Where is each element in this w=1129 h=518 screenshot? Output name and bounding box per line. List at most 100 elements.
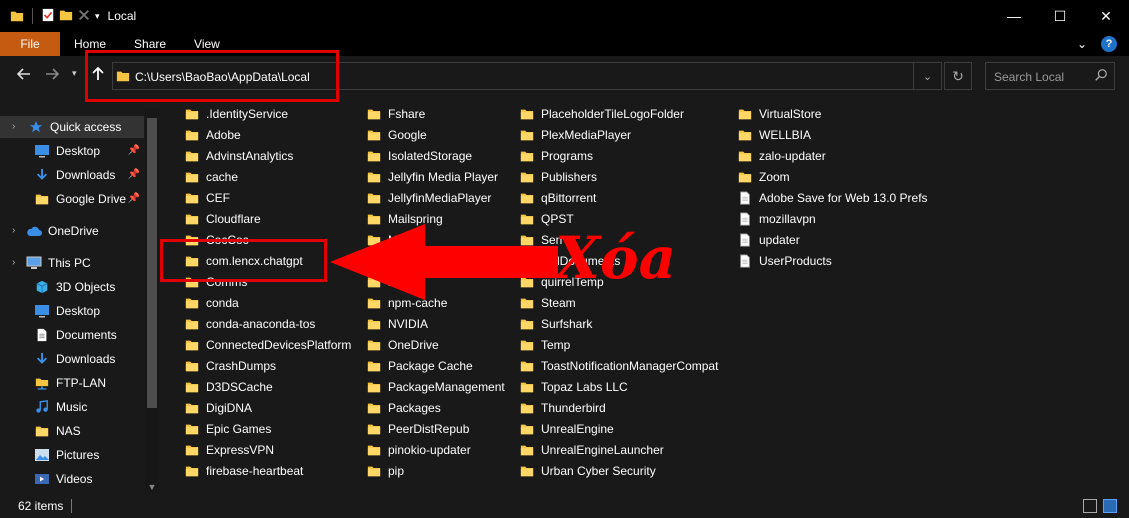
list-item[interactable]: Packages (366, 397, 505, 418)
nav-item-ftp-lan[interactable]: FTP-LAN (0, 372, 144, 394)
delete-icon[interactable] (77, 8, 91, 25)
nav-item-music[interactable]: Music (0, 396, 144, 418)
search-input[interactable]: Search Local (994, 70, 1064, 84)
list-item[interactable]: Adobe Save for Web 13.0 Prefs (737, 187, 928, 208)
list-item[interactable]: Surfshark (519, 313, 718, 334)
nav-item-pictures[interactable]: Pictures (0, 444, 144, 466)
list-item[interactable]: CrashDumps (184, 355, 351, 376)
new-folder-icon[interactable] (59, 8, 73, 25)
recent-locations-icon[interactable]: ▾ (72, 68, 77, 79)
properties-icon[interactable] (41, 8, 55, 25)
close-button[interactable]: ✕ (1083, 0, 1129, 32)
list-item[interactable]: Fshare (366, 103, 505, 124)
nav-item-downloads[interactable]: Downloads (0, 348, 144, 370)
address-history-chevron-icon[interactable]: ⌄ (913, 63, 941, 89)
list-item[interactable]: UserProducts (737, 250, 928, 271)
file-name: D3DSCache (206, 379, 273, 394)
list-item[interactable]: cache (184, 166, 351, 187)
nav-item-google-drive[interactable]: Google Drive 📌 (0, 188, 144, 210)
nav-item-desktop[interactable]: Desktop 📌 (0, 140, 144, 162)
list-item[interactable]: PeerDistRepub (366, 418, 505, 439)
list-item[interactable]: Programs (519, 145, 718, 166)
list-item[interactable]: UnrealEngine (519, 418, 718, 439)
list-item[interactable]: .IdentityService (184, 103, 351, 124)
nav-item-3d-objects[interactable]: 3D Objects (0, 276, 144, 298)
nav-pane-scrollbar[interactable]: ▼ (145, 108, 159, 494)
list-item[interactable]: ExpressVPN (184, 439, 351, 460)
nav-item-nas[interactable]: NAS (0, 420, 144, 442)
list-item[interactable]: WELLBIA (737, 124, 928, 145)
folder-icon (34, 191, 50, 207)
list-item[interactable]: VirtualStore (737, 103, 928, 124)
maximize-button[interactable]: ☐ (1037, 0, 1083, 32)
list-item[interactable]: Jellyfin Media Player (366, 166, 505, 187)
list-item[interactable]: D3DSCache (184, 376, 351, 397)
minimize-button[interactable]: — (991, 0, 1037, 32)
list-item[interactable]: Cloudflare (184, 208, 351, 229)
list-item[interactable]: firebase-heartbeat (184, 460, 351, 481)
nav-item-videos[interactable]: Videos (0, 468, 144, 490)
nav-item-quick-access[interactable]: › Quick access (0, 116, 144, 138)
nav-item-this-pc[interactable]: › This PC (0, 252, 144, 274)
list-item[interactable]: pinokio-updater (366, 439, 505, 460)
list-item[interactable]: pip (366, 460, 505, 481)
details-view-icon[interactable] (1083, 499, 1097, 513)
tab-share[interactable]: Share (120, 37, 180, 51)
list-item[interactable]: PlaceholderTileLogoFolder (519, 103, 718, 124)
refresh-button[interactable]: ↻ (944, 62, 972, 90)
list-item[interactable]: Temp (519, 334, 718, 355)
list-item[interactable]: conda (184, 292, 351, 313)
help-icon[interactable]: ? (1101, 36, 1117, 52)
expand-chevron-icon[interactable]: › (12, 257, 15, 268)
list-item[interactable]: mozillavpn (737, 208, 928, 229)
folder-icon (737, 127, 753, 143)
list-item[interactable]: DigiDNA (184, 397, 351, 418)
quick-access-toolbar: ▾ (0, 8, 100, 25)
forward-arrow-icon[interactable] (44, 66, 60, 87)
scroll-down-arrow-icon[interactable]: ▼ (145, 482, 159, 492)
list-item[interactable]: Publishers (519, 166, 718, 187)
list-view-icon[interactable] (1103, 499, 1117, 513)
video-icon (34, 471, 50, 487)
list-item[interactable]: updater (737, 229, 928, 250)
list-item[interactable]: ConnectedDevicesPlatform (184, 334, 351, 355)
list-item[interactable]: zalo-updater (737, 145, 928, 166)
list-item[interactable]: Package Cache (366, 355, 505, 376)
list-item[interactable]: Zoom (737, 166, 928, 187)
list-item[interactable]: conda-anaconda-tos (184, 313, 351, 334)
customize-toolbar-icon[interactable]: ▾ (95, 11, 100, 22)
tab-home[interactable]: Home (60, 37, 120, 51)
list-item[interactable]: UnrealEngineLauncher (519, 439, 718, 460)
list-item[interactable]: OneDrive (366, 334, 505, 355)
nav-item-documents[interactable]: Documents (0, 324, 144, 346)
list-item[interactable]: qBittorrent (519, 187, 718, 208)
list-item[interactable]: PackageManagement (366, 376, 505, 397)
list-item[interactable]: CEF (184, 187, 351, 208)
list-item[interactable]: JellyfinMediaPlayer (366, 187, 505, 208)
window-controls: — ☐ ✕ (991, 0, 1129, 32)
list-item[interactable]: PlexMediaPlayer (519, 124, 718, 145)
tab-view[interactable]: View (180, 37, 234, 51)
list-item[interactable]: Thunderbird (519, 397, 718, 418)
list-item[interactable]: ToastNotificationManagerCompat (519, 355, 718, 376)
search-icon[interactable] (1094, 68, 1108, 82)
list-item[interactable]: IsolatedStorage (366, 145, 505, 166)
tab-file[interactable]: File (0, 32, 60, 56)
list-item[interactable]: Google (366, 124, 505, 145)
list-item[interactable]: Topaz Labs LLC (519, 376, 718, 397)
collapse-ribbon-icon[interactable]: ⌄ (1077, 37, 1087, 51)
list-item[interactable]: AdvinstAnalytics (184, 145, 351, 166)
list-item[interactable]: Adobe (184, 124, 351, 145)
file-name: PlaceholderTileLogoFolder (541, 106, 684, 121)
expand-chevron-icon[interactable]: › (12, 225, 15, 236)
scrollbar-thumb[interactable] (147, 118, 157, 408)
nav-item-downloads[interactable]: Downloads 📌 (0, 164, 144, 186)
list-item[interactable]: Epic Games (184, 418, 351, 439)
nav-item-desktop[interactable]: Desktop (0, 300, 144, 322)
nav-item-onedrive[interactable]: › OneDrive (0, 220, 144, 242)
search-box[interactable]: Search Local (985, 62, 1115, 90)
back-arrow-icon[interactable] (16, 66, 32, 87)
list-item[interactable]: NVIDIA (366, 313, 505, 334)
list-item[interactable]: Urban Cyber Security (519, 460, 718, 481)
expand-chevron-icon[interactable]: › (12, 121, 15, 132)
